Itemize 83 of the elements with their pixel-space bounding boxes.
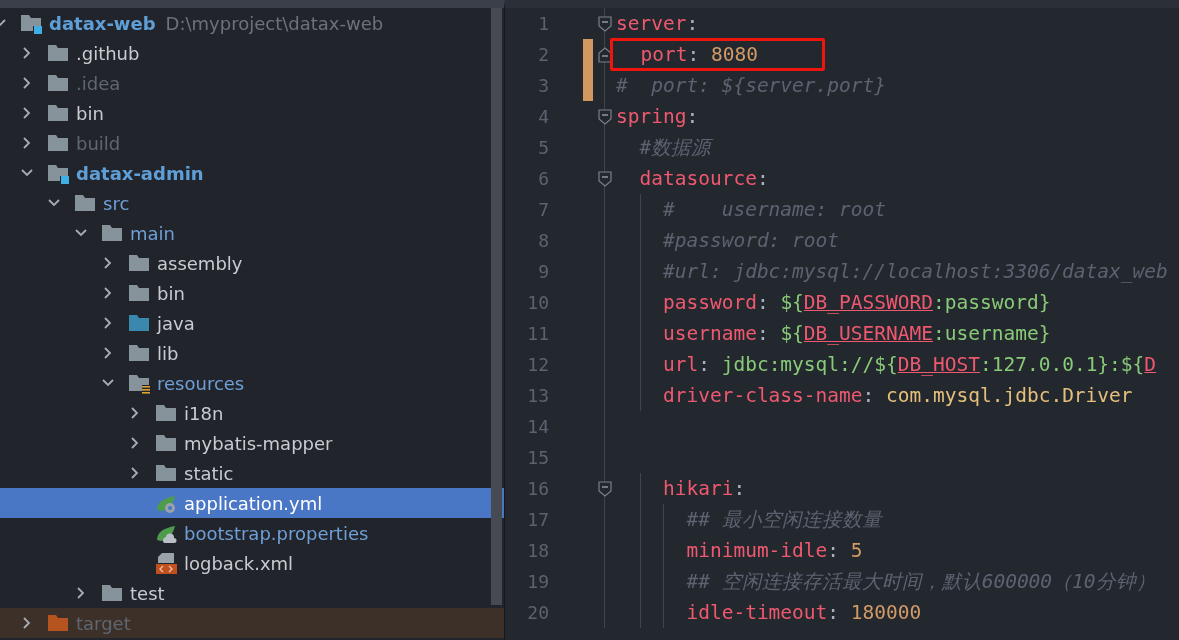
- code-text: # port: ${server.port}: [616, 73, 887, 99]
- line-number: 3: [537, 75, 549, 96]
- line-number: 12: [526, 354, 549, 375]
- line-number: 1: [537, 13, 549, 34]
- scrollbar[interactable]: [491, 8, 502, 605]
- line-number: 19: [526, 571, 549, 592]
- tree-item-label[interactable]: bootstrap.properties: [184, 522, 369, 544]
- code-text: port: 8080: [639, 43, 758, 66]
- folder-icon: [155, 402, 177, 424]
- code-text: hikari:: [661, 476, 746, 502]
- code-text: driver-class-name: com.mysql.jdbc.Driver: [661, 383, 1133, 409]
- folder-icon: [47, 132, 69, 154]
- folder-icon: [128, 342, 150, 364]
- code-text: minimum-idle: 5: [685, 538, 863, 564]
- code-text: # username: root: [661, 197, 887, 223]
- code-text: server:: [616, 11, 699, 37]
- line-number: 11: [526, 323, 549, 344]
- line-number: 16: [526, 478, 549, 499]
- code-text: #数据源: [638, 135, 712, 161]
- folder-icon: [47, 102, 69, 124]
- line-number: 4: [537, 106, 549, 127]
- resources-folder-icon: [128, 372, 150, 394]
- code-text: datasource:: [638, 166, 769, 192]
- project-path: D:\myproject\datax-web: [165, 12, 384, 34]
- tree-item-label[interactable]: test: [130, 582, 165, 604]
- tree-item-label[interactable]: lib: [157, 342, 179, 364]
- line-number: 13: [526, 385, 549, 406]
- fold-marker-icon[interactable]: [597, 480, 612, 497]
- tree-item-label[interactable]: .github: [76, 42, 140, 64]
- tree-item-label[interactable]: datax-web: [49, 12, 156, 34]
- module-folder-icon: [20, 12, 42, 34]
- folder-icon: [47, 42, 69, 64]
- line-number: 20: [526, 602, 549, 623]
- selected-tree-row[interactable]: application.yml: [0, 488, 504, 518]
- tree-item-label[interactable]: java: [157, 312, 195, 334]
- tree-item-label[interactable]: mybatis-mapper: [184, 432, 333, 454]
- line-number: 7: [537, 199, 549, 220]
- tree-item-label[interactable]: src: [103, 192, 130, 214]
- tree-item-label[interactable]: static: [184, 462, 234, 484]
- code-text: password: ${DB_PASSWORD:password}: [661, 290, 1051, 316]
- folder-icon: [128, 252, 150, 274]
- tree-item-label[interactable]: bin: [76, 102, 104, 124]
- folder-icon: [47, 72, 69, 94]
- fold-marker-icon[interactable]: [597, 170, 612, 187]
- code-text: username: ${DB_USERNAME:username}: [661, 321, 1051, 347]
- tree-item-label[interactable]: i18n: [184, 402, 224, 424]
- folder-icon: [101, 582, 123, 604]
- line-number: 2: [537, 44, 549, 65]
- tree-item-label[interactable]: resources: [157, 372, 245, 394]
- code-text: url: jdbc:mysql://${DB_HOST:127.0.0.1}:${D: [661, 352, 1157, 378]
- line-number: 17: [526, 509, 549, 530]
- folder-icon: [128, 282, 150, 304]
- code-text: spring:: [616, 104, 699, 130]
- fold-marker-icon[interactable]: [597, 108, 612, 125]
- tree-item-label[interactable]: logback.xml: [184, 552, 294, 574]
- line-number: 15: [526, 447, 549, 468]
- line-number: 5: [537, 137, 549, 158]
- folder-icon: [128, 312, 150, 334]
- tree-item-label[interactable]: datax-admin: [76, 162, 204, 184]
- xml-file-icon: [155, 552, 177, 574]
- folder-icon: [74, 192, 96, 214]
- folder-icon: [155, 462, 177, 484]
- line-number: 14: [526, 416, 549, 437]
- folder-icon: [47, 612, 69, 634]
- folder-icon: [101, 222, 123, 244]
- code-text: #url: jdbc:mysql://localhost:3306/datax_web: [661, 259, 1168, 285]
- fold-end-marker-icon[interactable]: [597, 46, 612, 63]
- folder-icon: [155, 432, 177, 454]
- module-folder-icon: [47, 162, 69, 184]
- tree-item-label[interactable]: application.yml: [184, 492, 323, 514]
- line-number: 10: [526, 292, 549, 313]
- line-number: 9: [537, 261, 549, 282]
- line-number: 18: [526, 540, 549, 561]
- fold-marker-icon[interactable]: [597, 15, 612, 32]
- tree-item-label[interactable]: assembly: [157, 252, 243, 274]
- line-number: 6: [537, 168, 549, 189]
- code-text: idle-timeout: 180000: [685, 600, 922, 626]
- code-text: ## 最小空闲连接数量: [685, 507, 882, 533]
- code-text: #password: root: [661, 228, 840, 254]
- tree-item-label[interactable]: main: [130, 222, 175, 244]
- line-number: 8: [537, 230, 549, 251]
- tree-item-label[interactable]: bin: [157, 282, 185, 304]
- code-text: ## 空闲连接存活最大时间，默认600000（10分钟）: [685, 569, 1156, 595]
